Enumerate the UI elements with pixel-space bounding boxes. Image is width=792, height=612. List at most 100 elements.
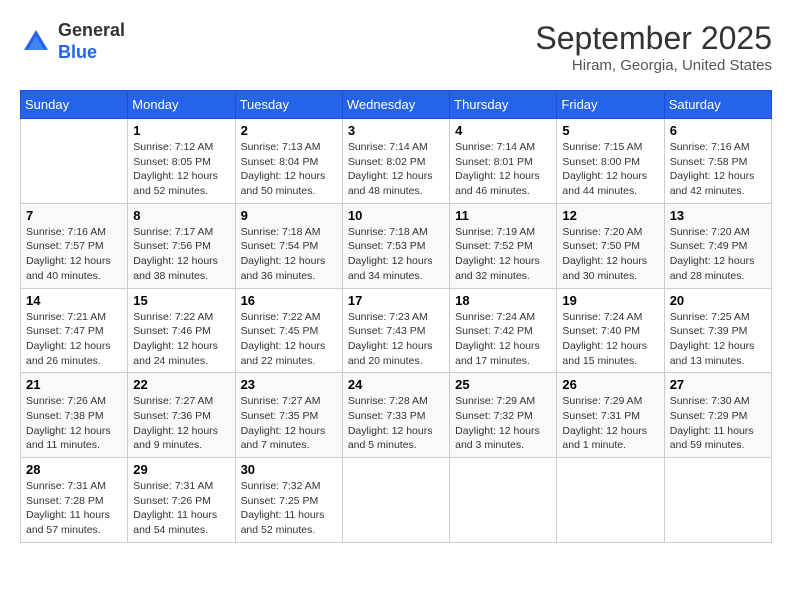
day-info: Sunrise: 7:12 AM Sunset: 8:05 PM Dayligh…	[133, 140, 229, 199]
day-info: Sunrise: 7:15 AM Sunset: 8:00 PM Dayligh…	[562, 140, 658, 199]
day-number: 26	[562, 377, 658, 392]
calendar-cell	[342, 458, 449, 543]
calendar-cell: 6Sunrise: 7:16 AM Sunset: 7:58 PM Daylig…	[664, 119, 771, 204]
day-info: Sunrise: 7:31 AM Sunset: 7:26 PM Dayligh…	[133, 479, 229, 538]
day-number: 17	[348, 293, 444, 308]
calendar-week-row: 7 Sunrise: 7:16 AM Sunset: 7:57 PM Daylig…	[21, 203, 772, 288]
day-number: 18	[455, 293, 551, 308]
day-number: 7	[26, 208, 122, 223]
calendar-cell: 13 Sunrise: 7:20 AM Sunset: 7:49 PM Dayli…	[664, 203, 771, 288]
day-info: Sunrise: 7:30 AM Sunset: 7:29 PM Dayligh…	[670, 394, 766, 453]
logo-line1: General	[58, 20, 125, 42]
day-info: Sunrise: 7:20 AM Sunset: 7:49 PM Dayligh…	[670, 225, 766, 284]
calendar-cell: 14 Sunrise: 7:21 AM Sunset: 7:47 PM Dayli…	[21, 288, 128, 373]
header-row: SundayMondayTuesdayWednesdayThursdayFrid…	[21, 91, 772, 119]
day-number: 4	[455, 123, 551, 138]
weekday-header: Friday	[557, 91, 664, 119]
day-number: 5	[562, 123, 658, 138]
day-info: Sunrise: 7:16 AM Sunset: 7:57 PM Dayligh…	[26, 225, 122, 284]
day-info: Sunrise: 7:13 AM Sunset: 8:04 PM Dayligh…	[241, 140, 337, 199]
day-info: Sunrise: 7:18 AM Sunset: 7:53 PM Dayligh…	[348, 225, 444, 284]
calendar-cell: 5 Sunrise: 7:15 AM Sunset: 8:00 PM Daylig…	[557, 119, 664, 204]
day-number: 12	[562, 208, 658, 223]
day-info: Sunrise: 7:29 AM Sunset: 7:32 PM Dayligh…	[455, 394, 551, 453]
calendar-cell: 12 Sunrise: 7:20 AM Sunset: 7:50 PM Dayli…	[557, 203, 664, 288]
day-info: Sunrise: 7:22 AM Sunset: 7:46 PM Dayligh…	[133, 310, 229, 369]
page-header: General Blue September 2025 Hiram, Georg…	[20, 20, 772, 74]
calendar-cell: 2 Sunrise: 7:13 AM Sunset: 8:04 PM Daylig…	[235, 119, 342, 204]
weekday-header: Monday	[128, 91, 235, 119]
day-info: Sunrise: 7:14 AM Sunset: 8:01 PM Dayligh…	[455, 140, 551, 199]
day-info: Sunrise: 7:27 AM Sunset: 7:36 PM Dayligh…	[133, 394, 229, 453]
calendar-cell: 8Sunrise: 7:17 AM Sunset: 7:56 PM Daylig…	[128, 203, 235, 288]
day-number: 25	[455, 377, 551, 392]
day-number: 16	[241, 293, 337, 308]
logo-line2: Blue	[58, 42, 125, 64]
calendar-cell	[557, 458, 664, 543]
day-info: Sunrise: 7:31 AM Sunset: 7:28 PM Dayligh…	[26, 479, 122, 538]
day-info: Sunrise: 7:29 AM Sunset: 7:31 PM Dayligh…	[562, 394, 658, 453]
calendar-cell: 22 Sunrise: 7:27 AM Sunset: 7:36 PM Dayli…	[128, 373, 235, 458]
logo-icon	[20, 26, 52, 58]
calendar-cell: 27 Sunrise: 7:30 AM Sunset: 7:29 PM Dayli…	[664, 373, 771, 458]
day-info: Sunrise: 7:19 AM Sunset: 7:52 PM Dayligh…	[455, 225, 551, 284]
day-number: 13	[670, 208, 766, 223]
day-info: Sunrise: 7:24 AM Sunset: 7:40 PM Dayligh…	[562, 310, 658, 369]
day-number: 29	[133, 462, 229, 477]
calendar-cell: 10 Sunrise: 7:18 AM Sunset: 7:53 PM Dayli…	[342, 203, 449, 288]
calendar-cell: 30 Sunrise: 7:32 AM Sunset: 7:25 PM Dayli…	[235, 458, 342, 543]
calendar-cell: 24Sunrise: 7:28 AM Sunset: 7:33 PM Dayli…	[342, 373, 449, 458]
calendar-cell: 3Sunrise: 7:14 AM Sunset: 8:02 PM Daylig…	[342, 119, 449, 204]
calendar-week-row: 28 Sunrise: 7:31 AM Sunset: 7:28 PM Dayli…	[21, 458, 772, 543]
location: Hiram, Georgia, United States	[535, 57, 772, 74]
weekday-header: Wednesday	[342, 91, 449, 119]
day-number: 23	[241, 377, 337, 392]
day-info: Sunrise: 7:16 AM Sunset: 7:58 PM Dayligh…	[670, 140, 766, 199]
day-number: 8	[133, 208, 229, 223]
day-info: Sunrise: 7:27 AM Sunset: 7:35 PM Dayligh…	[241, 394, 337, 453]
day-number: 22	[133, 377, 229, 392]
calendar-week-row: 21Sunrise: 7:26 AM Sunset: 7:38 PM Dayli…	[21, 373, 772, 458]
day-info: Sunrise: 7:18 AM Sunset: 7:54 PM Dayligh…	[241, 225, 337, 284]
day-number: 19	[562, 293, 658, 308]
day-number: 21	[26, 377, 122, 392]
day-number: 20	[670, 293, 766, 308]
calendar-cell: 23 Sunrise: 7:27 AM Sunset: 7:35 PM Dayli…	[235, 373, 342, 458]
calendar-cell	[21, 119, 128, 204]
calendar-cell: 7 Sunrise: 7:16 AM Sunset: 7:57 PM Daylig…	[21, 203, 128, 288]
day-info: Sunrise: 7:21 AM Sunset: 7:47 PM Dayligh…	[26, 310, 122, 369]
calendar-cell: 29 Sunrise: 7:31 AM Sunset: 7:26 PM Dayli…	[128, 458, 235, 543]
day-info: Sunrise: 7:20 AM Sunset: 7:50 PM Dayligh…	[562, 225, 658, 284]
calendar-cell: 18 Sunrise: 7:24 AM Sunset: 7:42 PM Dayli…	[450, 288, 557, 373]
month-title: September 2025	[535, 20, 772, 57]
calendar-table: SundayMondayTuesdayWednesdayThursdayFrid…	[20, 90, 772, 543]
day-number: 27	[670, 377, 766, 392]
calendar-cell: 11 Sunrise: 7:19 AM Sunset: 7:52 PM Dayli…	[450, 203, 557, 288]
calendar-cell: 25 Sunrise: 7:29 AM Sunset: 7:32 PM Dayli…	[450, 373, 557, 458]
calendar-cell: 1Sunrise: 7:12 AM Sunset: 8:05 PM Daylig…	[128, 119, 235, 204]
day-info: Sunrise: 7:32 AM Sunset: 7:25 PM Dayligh…	[241, 479, 337, 538]
calendar-cell: 20 Sunrise: 7:25 AM Sunset: 7:39 PM Dayli…	[664, 288, 771, 373]
day-info: Sunrise: 7:24 AM Sunset: 7:42 PM Dayligh…	[455, 310, 551, 369]
title-block: September 2025 Hiram, Georgia, United St…	[535, 20, 772, 74]
day-number: 30	[241, 462, 337, 477]
day-number: 28	[26, 462, 122, 477]
logo: General Blue	[20, 20, 125, 63]
day-number: 14	[26, 293, 122, 308]
calendar-cell: 21Sunrise: 7:26 AM Sunset: 7:38 PM Dayli…	[21, 373, 128, 458]
day-number: 9	[241, 208, 337, 223]
day-info: Sunrise: 7:25 AM Sunset: 7:39 PM Dayligh…	[670, 310, 766, 369]
day-number: 11	[455, 208, 551, 223]
weekday-header: Thursday	[450, 91, 557, 119]
day-info: Sunrise: 7:28 AM Sunset: 7:33 PM Dayligh…	[348, 394, 444, 453]
calendar-week-row: 1Sunrise: 7:12 AM Sunset: 8:05 PM Daylig…	[21, 119, 772, 204]
day-number: 10	[348, 208, 444, 223]
calendar-cell: 17Sunrise: 7:23 AM Sunset: 7:43 PM Dayli…	[342, 288, 449, 373]
calendar-cell: 9 Sunrise: 7:18 AM Sunset: 7:54 PM Daylig…	[235, 203, 342, 288]
calendar-cell: 19 Sunrise: 7:24 AM Sunset: 7:40 PM Dayli…	[557, 288, 664, 373]
day-number: 2	[241, 123, 337, 138]
calendar-cell: 26 Sunrise: 7:29 AM Sunset: 7:31 PM Dayli…	[557, 373, 664, 458]
day-number: 15	[133, 293, 229, 308]
weekday-header: Tuesday	[235, 91, 342, 119]
calendar-cell	[450, 458, 557, 543]
